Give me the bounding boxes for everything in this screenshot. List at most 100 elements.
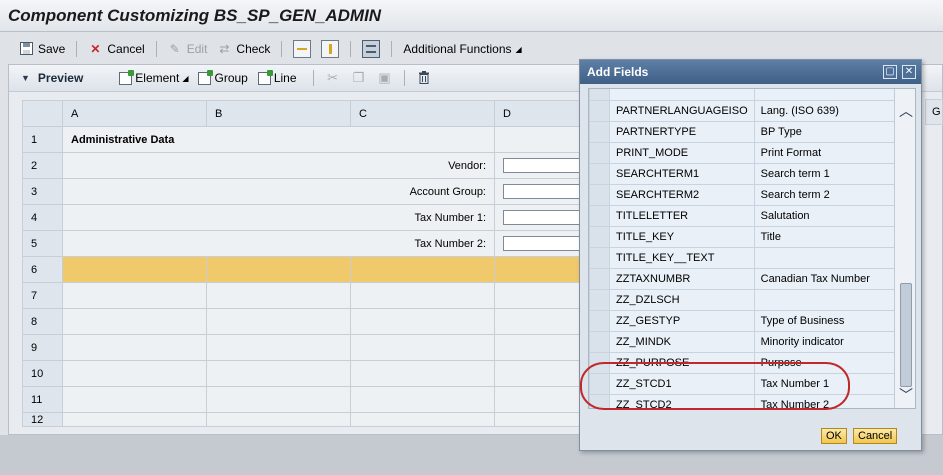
vendor-label[interactable]: Vendor: bbox=[62, 152, 495, 179]
tax-number-1-field[interactable] bbox=[503, 210, 583, 225]
cancel-dialog-button[interactable]: Cancel bbox=[853, 428, 898, 444]
grid-cell[interactable] bbox=[62, 256, 207, 283]
field-row[interactable]: TITLE_KEY Title bbox=[589, 226, 895, 248]
scroll-up-icon[interactable]: ︿ bbox=[899, 101, 913, 121]
row-selector[interactable] bbox=[589, 268, 610, 290]
grid-row[interactable]: 8 bbox=[22, 308, 605, 335]
additional-functions-menu[interactable]: Additional Functions ◢ bbox=[398, 38, 526, 60]
edit-button[interactable]: ✎ Edit bbox=[163, 38, 213, 60]
row-selector[interactable] bbox=[589, 331, 610, 353]
row-selector[interactable] bbox=[589, 205, 610, 227]
cut-icon[interactable]: ✂ bbox=[326, 71, 340, 85]
column-header[interactable]: C bbox=[350, 100, 495, 127]
account-group-field[interactable] bbox=[503, 184, 583, 199]
field-row[interactable]: TITLELETTER Salutation bbox=[589, 205, 895, 227]
add-group-button[interactable]: Group bbox=[198, 69, 248, 85]
row-selector[interactable] bbox=[589, 184, 610, 206]
grid-row[interactable]: 7 bbox=[22, 282, 605, 309]
grid-row[interactable]: 4 Tax Number 1: bbox=[22, 204, 605, 231]
field-name: ZZ_GESTYP bbox=[609, 310, 755, 332]
grid-cell[interactable] bbox=[206, 386, 351, 413]
row-selector[interactable] bbox=[589, 310, 610, 332]
check-button[interactable]: ⇄ Check bbox=[212, 38, 275, 60]
row-selector[interactable] bbox=[589, 121, 610, 143]
field-name: SEARCHTERM2 bbox=[609, 184, 755, 206]
row-selector[interactable] bbox=[589, 289, 610, 311]
grid-row[interactable]: 5 Tax Number 2: bbox=[22, 230, 605, 257]
grid-cell[interactable] bbox=[350, 256, 495, 283]
cancel-button[interactable]: ✕ Cancel bbox=[83, 38, 149, 60]
grid-cell[interactable] bbox=[350, 412, 495, 427]
account-group-label[interactable]: Account Group: bbox=[62, 178, 495, 205]
scroll-down-icon[interactable]: ﹀ bbox=[899, 385, 913, 405]
tax-number-1-label[interactable]: Tax Number 1: bbox=[62, 204, 495, 231]
add-element-button[interactable]: Element ◢ bbox=[119, 69, 188, 85]
scroll-thumb[interactable] bbox=[900, 283, 912, 387]
tax-number-2-label[interactable]: Tax Number 2: bbox=[62, 230, 495, 257]
copy-icon[interactable]: ❐ bbox=[352, 71, 366, 85]
field-name: PRINT_MODE bbox=[609, 142, 755, 164]
horizontal-layout-toggle[interactable] bbox=[293, 40, 312, 58]
column-header-g[interactable]: G bbox=[925, 99, 943, 125]
close-icon[interactable]: ✕ bbox=[902, 65, 916, 79]
row-selector[interactable] bbox=[589, 100, 610, 122]
save-button[interactable]: Save bbox=[14, 38, 70, 60]
field-row[interactable]: ZZ_MINDK Minority indicator bbox=[589, 331, 895, 353]
grid-cell[interactable] bbox=[206, 282, 351, 309]
collapse-caret-icon[interactable]: ▼ bbox=[21, 73, 30, 83]
column-header[interactable]: B bbox=[206, 100, 351, 127]
grid-row-selected[interactable]: 6 bbox=[22, 256, 605, 283]
grid-cell[interactable] bbox=[62, 334, 207, 361]
grid-cell[interactable] bbox=[206, 360, 351, 387]
row-number: 4 bbox=[22, 204, 63, 231]
grid-cell[interactable] bbox=[206, 334, 351, 361]
row-selector[interactable] bbox=[589, 89, 610, 101]
field-row[interactable]: PRINT_MODE Print Format bbox=[589, 142, 895, 164]
vendor-field[interactable] bbox=[503, 158, 583, 173]
grid-cell[interactable] bbox=[350, 334, 495, 361]
column-header[interactable]: A bbox=[62, 100, 207, 127]
grid-cell[interactable] bbox=[206, 308, 351, 335]
trash-icon[interactable] bbox=[417, 71, 431, 85]
field-row[interactable]: PARTNERTYPE BP Type bbox=[589, 121, 895, 143]
grid-cell[interactable] bbox=[350, 282, 495, 309]
vertical-layout-toggle[interactable] bbox=[321, 40, 340, 58]
grid-cell[interactable] bbox=[62, 386, 207, 413]
ok-button[interactable]: OK bbox=[821, 428, 847, 444]
field-row[interactable]: PARTNERLANGUAGEISO Lang. (ISO 639) bbox=[589, 100, 895, 122]
field-row[interactable]: SEARCHTERM2 Search term 2 bbox=[589, 184, 895, 206]
grid-row[interactable]: 10 bbox=[22, 360, 605, 387]
row-selector[interactable] bbox=[589, 226, 610, 248]
field-row[interactable]: ZZ_GESTYP Type of Business bbox=[589, 310, 895, 332]
field-row[interactable] bbox=[589, 89, 895, 101]
grid-cell[interactable] bbox=[206, 412, 351, 427]
field-row[interactable]: SEARCHTERM1 Search term 1 bbox=[589, 163, 895, 185]
grid-cell[interactable] bbox=[206, 256, 351, 283]
grid-cell[interactable] bbox=[62, 308, 207, 335]
paste-icon[interactable]: ▣ bbox=[378, 71, 392, 85]
field-row[interactable]: TITLE_KEY__TEXT bbox=[589, 247, 895, 269]
grid-cell[interactable] bbox=[350, 386, 495, 413]
section-title[interactable]: Administrative Data bbox=[62, 126, 495, 153]
grid-row[interactable]: 9 bbox=[22, 334, 605, 361]
grid-cell[interactable] bbox=[62, 412, 207, 427]
grid-cell[interactable] bbox=[350, 308, 495, 335]
row-selector[interactable] bbox=[589, 163, 610, 185]
grid-row[interactable]: 3 Account Group: bbox=[22, 178, 605, 205]
grid-cell[interactable] bbox=[62, 282, 207, 309]
grid-row[interactable]: 2 Vendor: bbox=[22, 152, 605, 179]
maximize-icon[interactable]: ▢ bbox=[883, 65, 897, 79]
grid-cell[interactable] bbox=[350, 360, 495, 387]
grid-row[interactable]: 1 Administrative Data bbox=[22, 126, 605, 153]
field-row[interactable]: ZZ_DZLSCH bbox=[589, 289, 895, 311]
add-line-button[interactable]: Line bbox=[257, 69, 297, 85]
grid-cell[interactable] bbox=[62, 360, 207, 387]
grid-row[interactable]: 12 bbox=[22, 412, 605, 427]
vertical-scrollbar[interactable]: ︿ ﹀ bbox=[894, 89, 915, 408]
tax-number-2-field[interactable] bbox=[503, 236, 583, 251]
row-selector[interactable] bbox=[589, 142, 610, 164]
field-row[interactable]: ZZTAXNUMBR Canadian Tax Number bbox=[589, 268, 895, 290]
row-selector[interactable] bbox=[589, 247, 610, 269]
full-layout-toggle[interactable] bbox=[362, 40, 381, 58]
grid-row[interactable]: 11 bbox=[22, 386, 605, 413]
